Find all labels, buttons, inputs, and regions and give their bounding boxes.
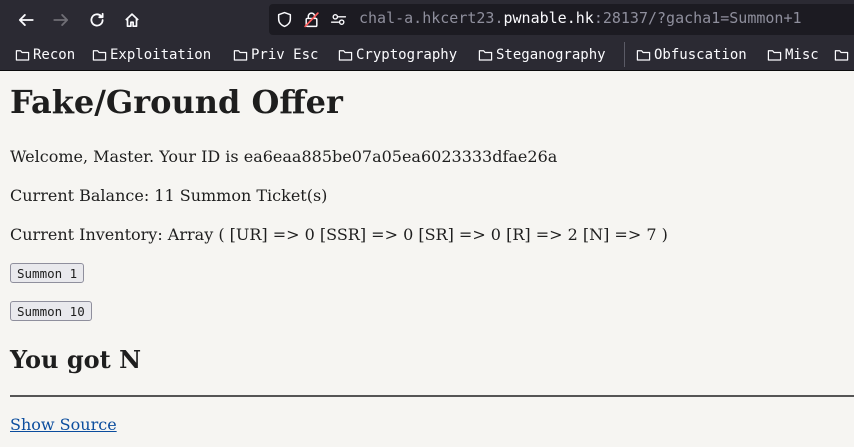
home-button[interactable] <box>118 6 146 34</box>
url-bar[interactable]: chal-a.hkcert23.pwnable.hk:28137/?gacha1… <box>269 4 854 35</box>
bookmark-folder-priv-esc[interactable]: Priv Esc <box>233 45 318 65</box>
bookmark-label: Steganography <box>496 47 606 63</box>
inventory-text: Current Inventory: Array ( [UR] => 0 [SS… <box>10 225 668 244</box>
forward-button[interactable] <box>47 6 75 34</box>
show-source-link[interactable]: Show Source <box>10 415 117 434</box>
bookmark-label: Priv Esc <box>251 47 319 63</box>
folder-icon <box>15 50 30 61</box>
bookmark-folder-steganography[interactable]: Steganography <box>478 45 606 65</box>
balance-text: Current Balance: 11 Summon Ticket(s) <box>10 186 328 205</box>
summon-10-button[interactable]: Summon 10 <box>10 301 92 321</box>
bookmark-folder-overflow[interactable] <box>834 45 852 65</box>
home-icon <box>125 13 139 28</box>
arrow-left-icon <box>18 14 34 26</box>
result-heading: You got N <box>10 345 142 374</box>
bookmark-label: Exploitation <box>110 47 212 63</box>
bookmarks-separator <box>624 42 625 67</box>
folder-icon <box>92 50 107 61</box>
permissions-icon[interactable] <box>330 11 347 28</box>
reload-icon <box>90 12 104 27</box>
bookmark-label: Obfuscation <box>654 47 747 63</box>
folder-icon <box>478 50 493 61</box>
bookmark-label: Cryptography <box>356 47 458 63</box>
bookmark-folder-obfuscation[interactable]: Obfuscation <box>636 45 747 65</box>
divider <box>10 395 854 397</box>
browser-toolbar: chal-a.hkcert23.pwnable.hk:28137/?gacha1… <box>0 0 854 40</box>
bookmarks-toolbar: Recon Exploitation Priv Esc Cryptography… <box>0 40 854 71</box>
bookmark-folder-misc[interactable]: Misc <box>767 45 819 65</box>
welcome-text: Welcome, Master. Your ID is ea6eaa885be0… <box>10 147 558 166</box>
insecure-lock-icon[interactable] <box>303 11 320 28</box>
bookmark-label: Recon <box>33 47 76 63</box>
bookmark-label: Misc <box>785 47 819 63</box>
folder-icon <box>338 50 353 61</box>
url-suffix: :28137/?gacha1=Summon+1 <box>593 9 802 27</box>
bookmark-folder-cryptography[interactable]: Cryptography <box>338 45 457 65</box>
bookmark-folder-exploitation[interactable]: Exploitation <box>92 45 211 65</box>
folder-icon <box>834 50 849 61</box>
url-host: pwnable.hk <box>503 9 594 27</box>
arrow-right-icon <box>53 14 69 26</box>
shield-icon[interactable] <box>276 11 293 28</box>
summon-1-button[interactable]: Summon 1 <box>10 263 85 283</box>
page-title: Fake/Ground Offer <box>10 83 343 121</box>
bookmark-folder-recon[interactable]: Recon <box>15 45 75 65</box>
url-prefix: chal-a.hkcert23. <box>359 9 504 27</box>
folder-icon <box>636 50 651 61</box>
back-button[interactable] <box>12 6 40 34</box>
folder-icon <box>767 50 782 61</box>
folder-icon <box>233 50 248 61</box>
url-text[interactable]: chal-a.hkcert23.pwnable.hk:28137/?gacha1… <box>359 9 802 27</box>
reload-button[interactable] <box>83 6 111 34</box>
